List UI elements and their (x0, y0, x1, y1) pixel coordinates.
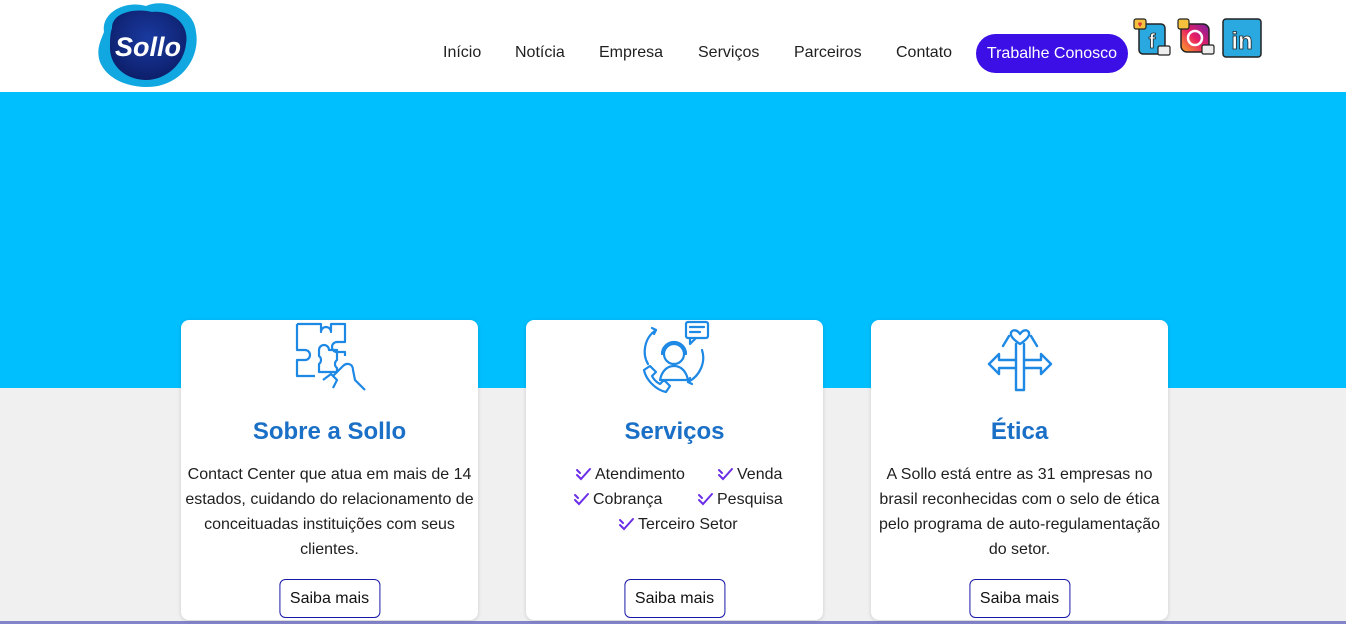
call-center-agent-icon (642, 320, 709, 394)
nav-servicos[interactable]: Serviços (698, 43, 759, 63)
service-item: Venda (717, 462, 782, 487)
saiba-mais-button[interactable]: Saiba mais (968, 579, 1071, 618)
site-header: Sollo Início Notícia Empresa Serviços Pa… (0, 0, 1346, 92)
card-description: A Sollo está entre as 31 empresas no bra… (878, 466, 1161, 558)
svg-text:f: f (1149, 31, 1156, 53)
card-description: Contact Center que atua em mais de 14 es… (185, 466, 474, 558)
card-sobre: Sobre a Sollo Contact Center que atua em… (181, 320, 478, 620)
sollo-logo[interactable]: Sollo (96, 2, 198, 88)
double-check-icon (619, 517, 634, 530)
linkedin-icon[interactable]: in (1222, 18, 1262, 58)
nav-empresa[interactable]: Empresa (599, 43, 663, 63)
nav-inicio[interactable]: Início (443, 43, 481, 63)
card-title: Serviços (624, 418, 725, 445)
crossroads-heart-icon (987, 329, 1052, 392)
svg-text:in: in (1231, 28, 1252, 55)
trabalhe-conosco-button[interactable]: Trabalhe Conosco (976, 34, 1128, 73)
saiba-mais-button[interactable]: Saiba mais (278, 579, 381, 618)
double-check-icon (698, 492, 713, 505)
double-check-icon (576, 467, 591, 480)
card-servicos: Serviços Atendimento Venda Cobrança Pesq… (526, 320, 823, 620)
saiba-mais-button[interactable]: Saiba mais (623, 579, 726, 618)
facebook-icon[interactable]: f (1133, 18, 1173, 58)
service-item: Atendimento (575, 462, 685, 487)
nav-parceiros[interactable]: Parceiros (794, 43, 862, 63)
double-check-icon (718, 467, 733, 480)
instagram-icon[interactable] (1177, 18, 1217, 58)
puzzle-hand-icon (295, 322, 366, 391)
nav-contato[interactable]: Contato (896, 43, 952, 63)
service-item: Terceiro Setor (618, 512, 738, 537)
card-title: Sobre a Sollo (252, 418, 407, 445)
card-etica: Ética A Sollo está entre as 31 empresas … (871, 320, 1168, 620)
logo-text: Sollo (115, 32, 181, 62)
card-title: Ética (990, 418, 1049, 445)
service-item: Pesquisa (697, 487, 783, 512)
service-item: Cobrança (573, 487, 662, 512)
nav-noticia[interactable]: Notícia (515, 43, 565, 63)
double-check-icon (574, 492, 589, 505)
